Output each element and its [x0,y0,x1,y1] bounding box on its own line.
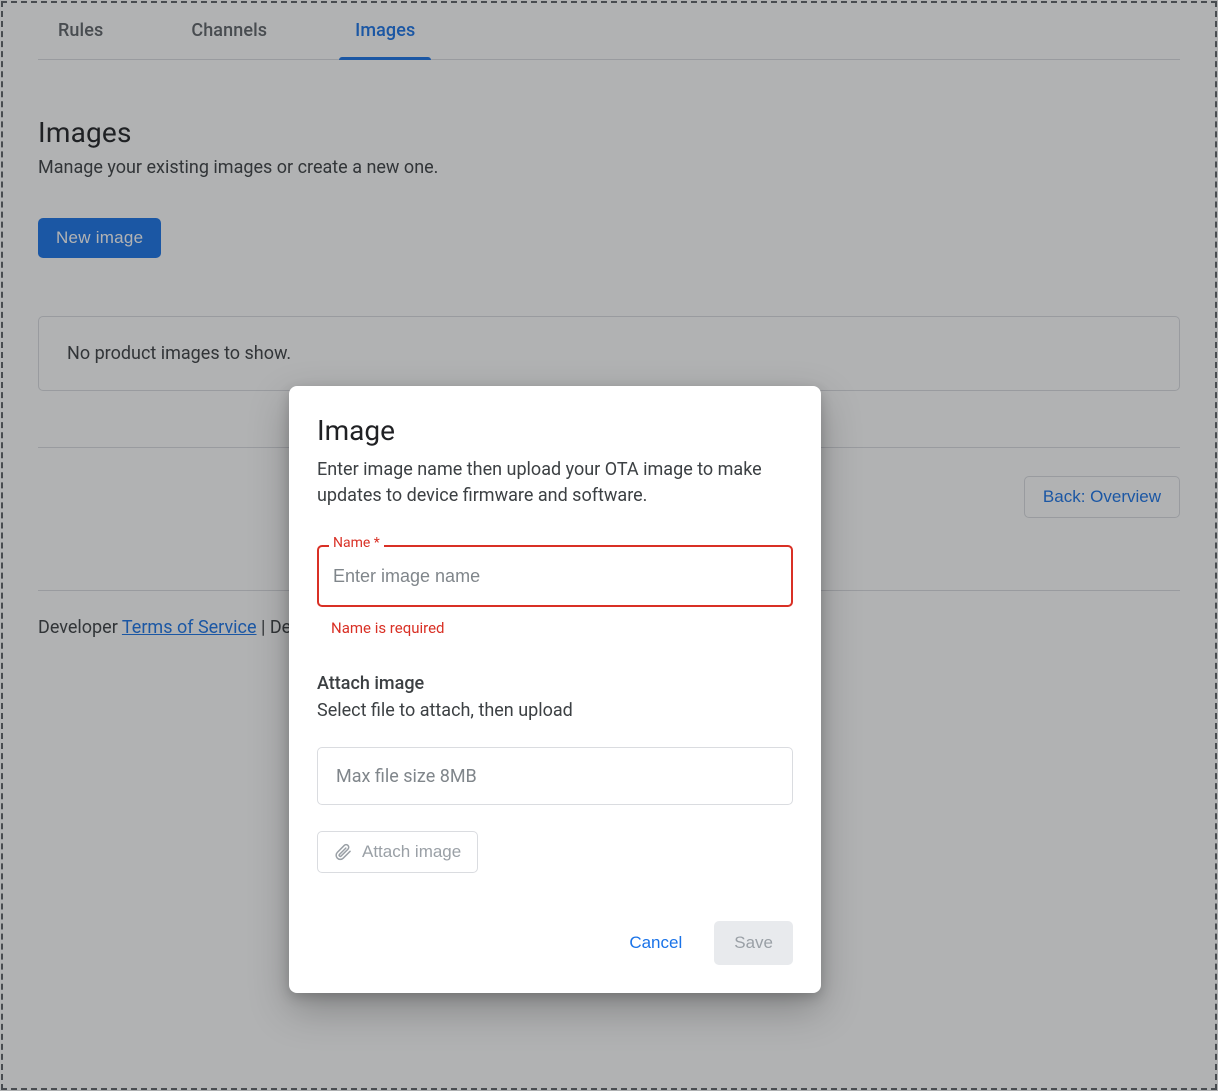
dialog-actions: Cancel Save [317,921,793,965]
cancel-button[interactable]: Cancel [621,923,690,963]
dialog-title: Image [317,414,793,447]
attach-title: Attach image [317,673,793,694]
name-error-text: Name is required [317,619,793,637]
name-field: Name * [317,545,793,607]
attach-image-button[interactable]: Attach image [317,831,478,873]
file-drop-box[interactable]: Max file size 8MB [317,747,793,805]
image-dialog: Image Enter image name then upload your … [289,386,821,993]
save-button[interactable]: Save [714,921,793,965]
attach-image-button-label: Attach image [362,842,461,862]
attach-description: Select file to attach, then upload [317,700,793,721]
dialog-description: Enter image name then upload your OTA im… [317,457,793,509]
paperclip-icon [334,842,352,862]
name-field-label: Name * [329,535,384,551]
name-input[interactable] [317,545,793,607]
